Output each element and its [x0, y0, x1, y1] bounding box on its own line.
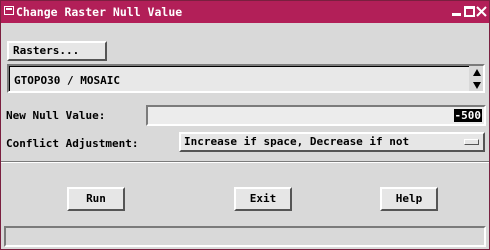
conflict-adjustment-selected: Increase if space, Decrease if not: [184, 135, 410, 148]
option-menu-icon: [464, 139, 479, 145]
maximize-icon[interactable]: [464, 6, 475, 17]
new-null-value-field[interactable]: -500: [146, 105, 486, 126]
spin-arrows-icon[interactable]: [471, 67, 483, 91]
close-icon[interactable]: [476, 6, 487, 17]
rasters-button[interactable]: Rasters...: [7, 41, 107, 61]
window-menu-icon[interactable]: [4, 6, 14, 15]
change-raster-null-value-window: Change Raster Null Value Rasters... GTOP…: [0, 0, 490, 250]
new-null-value-label: New Null Value:: [6, 109, 106, 122]
window-title: Change Raster Null Value: [16, 5, 183, 19]
separator: [1, 161, 489, 163]
status-bar: [4, 226, 486, 247]
help-button[interactable]: Help: [380, 187, 438, 211]
exit-button[interactable]: Exit: [234, 187, 292, 211]
conflict-adjustment-label: Conflict Adjustment:: [6, 137, 139, 150]
list-item[interactable]: GTOPO30 / MOSAIC: [14, 74, 120, 87]
raster-list[interactable]: GTOPO30 / MOSAIC: [7, 64, 485, 93]
title-bar[interactable]: Change Raster Null Value: [1, 1, 489, 23]
minimize-icon[interactable]: [451, 6, 462, 17]
run-button[interactable]: Run: [67, 187, 125, 211]
raster-list-box: GTOPO30 / MOSAIC: [9, 66, 469, 91]
conflict-adjustment-menu[interactable]: Increase if space, Decrease if not: [179, 132, 485, 152]
new-null-value-text: -500: [453, 109, 482, 122]
